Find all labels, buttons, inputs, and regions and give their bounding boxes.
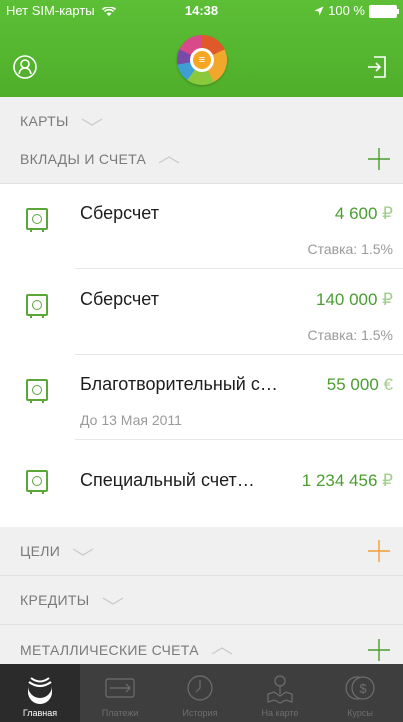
- section-title: ЦЕЛИ: [20, 527, 94, 575]
- tab-main[interactable]: Главная: [0, 664, 80, 722]
- add-goal-button[interactable]: [367, 539, 391, 563]
- account-rate: Ставка: 1.5%: [307, 241, 394, 257]
- account-item[interactable]: Сберсчет 140 000 ₽ Ставка: 1.5%: [0, 270, 403, 355]
- account-amount: 4 600 ₽: [334, 204, 393, 223]
- section-title: КРЕДИТЫ: [20, 576, 124, 624]
- account-name: Благотворительный с…: [80, 374, 278, 394]
- chevron-up-icon: [159, 156, 180, 164]
- battery-percent: 100 %: [328, 3, 365, 18]
- dollar-coin-icon: $: [345, 676, 375, 700]
- status-right: 100 %: [314, 0, 399, 22]
- account-item[interactable]: Специальный счет… 1 234 456 ₽: [0, 440, 403, 525]
- tab-bar: Главная Платежи История На карте $ Курсы: [0, 664, 403, 722]
- chevron-down-icon: [81, 118, 103, 126]
- logout-button[interactable]: [363, 52, 393, 82]
- safe-icon: [26, 294, 48, 318]
- account-item[interactable]: Благотворительный с… 55 000 € До 13 Мая …: [0, 355, 403, 440]
- clock-icon: [187, 675, 213, 701]
- location-arrow-icon: [314, 6, 324, 16]
- tab-map[interactable]: На карте: [240, 664, 320, 722]
- tab-rates[interactable]: $ Курсы: [320, 664, 400, 722]
- logout-icon: [368, 56, 386, 78]
- safe-icon: [26, 470, 48, 494]
- section-goals[interactable]: ЦЕЛИ: [0, 527, 403, 576]
- account-due-date: До 13 Мая 2011: [80, 412, 182, 428]
- add-deposit-button[interactable]: [367, 147, 391, 171]
- chevron-down-icon: [73, 548, 94, 556]
- account-rate: Ставка: 1.5%: [307, 327, 394, 343]
- tab-history[interactable]: История: [160, 664, 240, 722]
- menu-icon: ≡: [190, 48, 214, 72]
- account-item[interactable]: Сберсчет 4 600 ₽ Ставка: 1.5%: [0, 184, 403, 269]
- chevron-up-icon: [211, 647, 233, 655]
- account-amount: 140 000 ₽: [315, 290, 393, 309]
- account-amount: 1 234 456 ₽: [301, 471, 393, 490]
- battery-icon: [369, 4, 399, 18]
- account-name: Сберсчет: [80, 289, 159, 309]
- sber-logo-icon: [28, 677, 52, 704]
- section-metals[interactable]: МЕТАЛЛИЧЕСКИЕ СЧЕТА: [0, 625, 403, 665]
- add-metal-account-button[interactable]: [367, 638, 391, 662]
- map-pin-icon: [267, 675, 293, 704]
- safe-icon: [26, 379, 48, 403]
- account-name: Сберсчет: [80, 203, 159, 223]
- chevron-down-icon: [102, 597, 123, 605]
- profile-icon: [13, 55, 37, 79]
- status-bar: Нет SIM-карты 14:38 100 %: [0, 0, 403, 22]
- profile-button[interactable]: [10, 52, 40, 82]
- transfer-card-icon: [105, 678, 135, 698]
- section-deposits[interactable]: ВКЛАДЫ И СЧЕТА: [0, 135, 403, 184]
- account-name: Специальный счет…: [80, 470, 255, 490]
- section-credits[interactable]: КРЕДИТЫ: [0, 576, 403, 625]
- tab-payments[interactable]: Платежи: [80, 664, 160, 722]
- safe-icon: [26, 208, 48, 232]
- section-title: ВКЛАДЫ И СЧЕТА: [20, 135, 180, 183]
- sber-menu-logo[interactable]: ≡: [177, 35, 227, 85]
- app-header: Нет SIM-карты 14:38 100 % ≡: [0, 0, 403, 97]
- account-amount: 55 000 €: [326, 375, 393, 394]
- svg-text:$: $: [359, 681, 367, 696]
